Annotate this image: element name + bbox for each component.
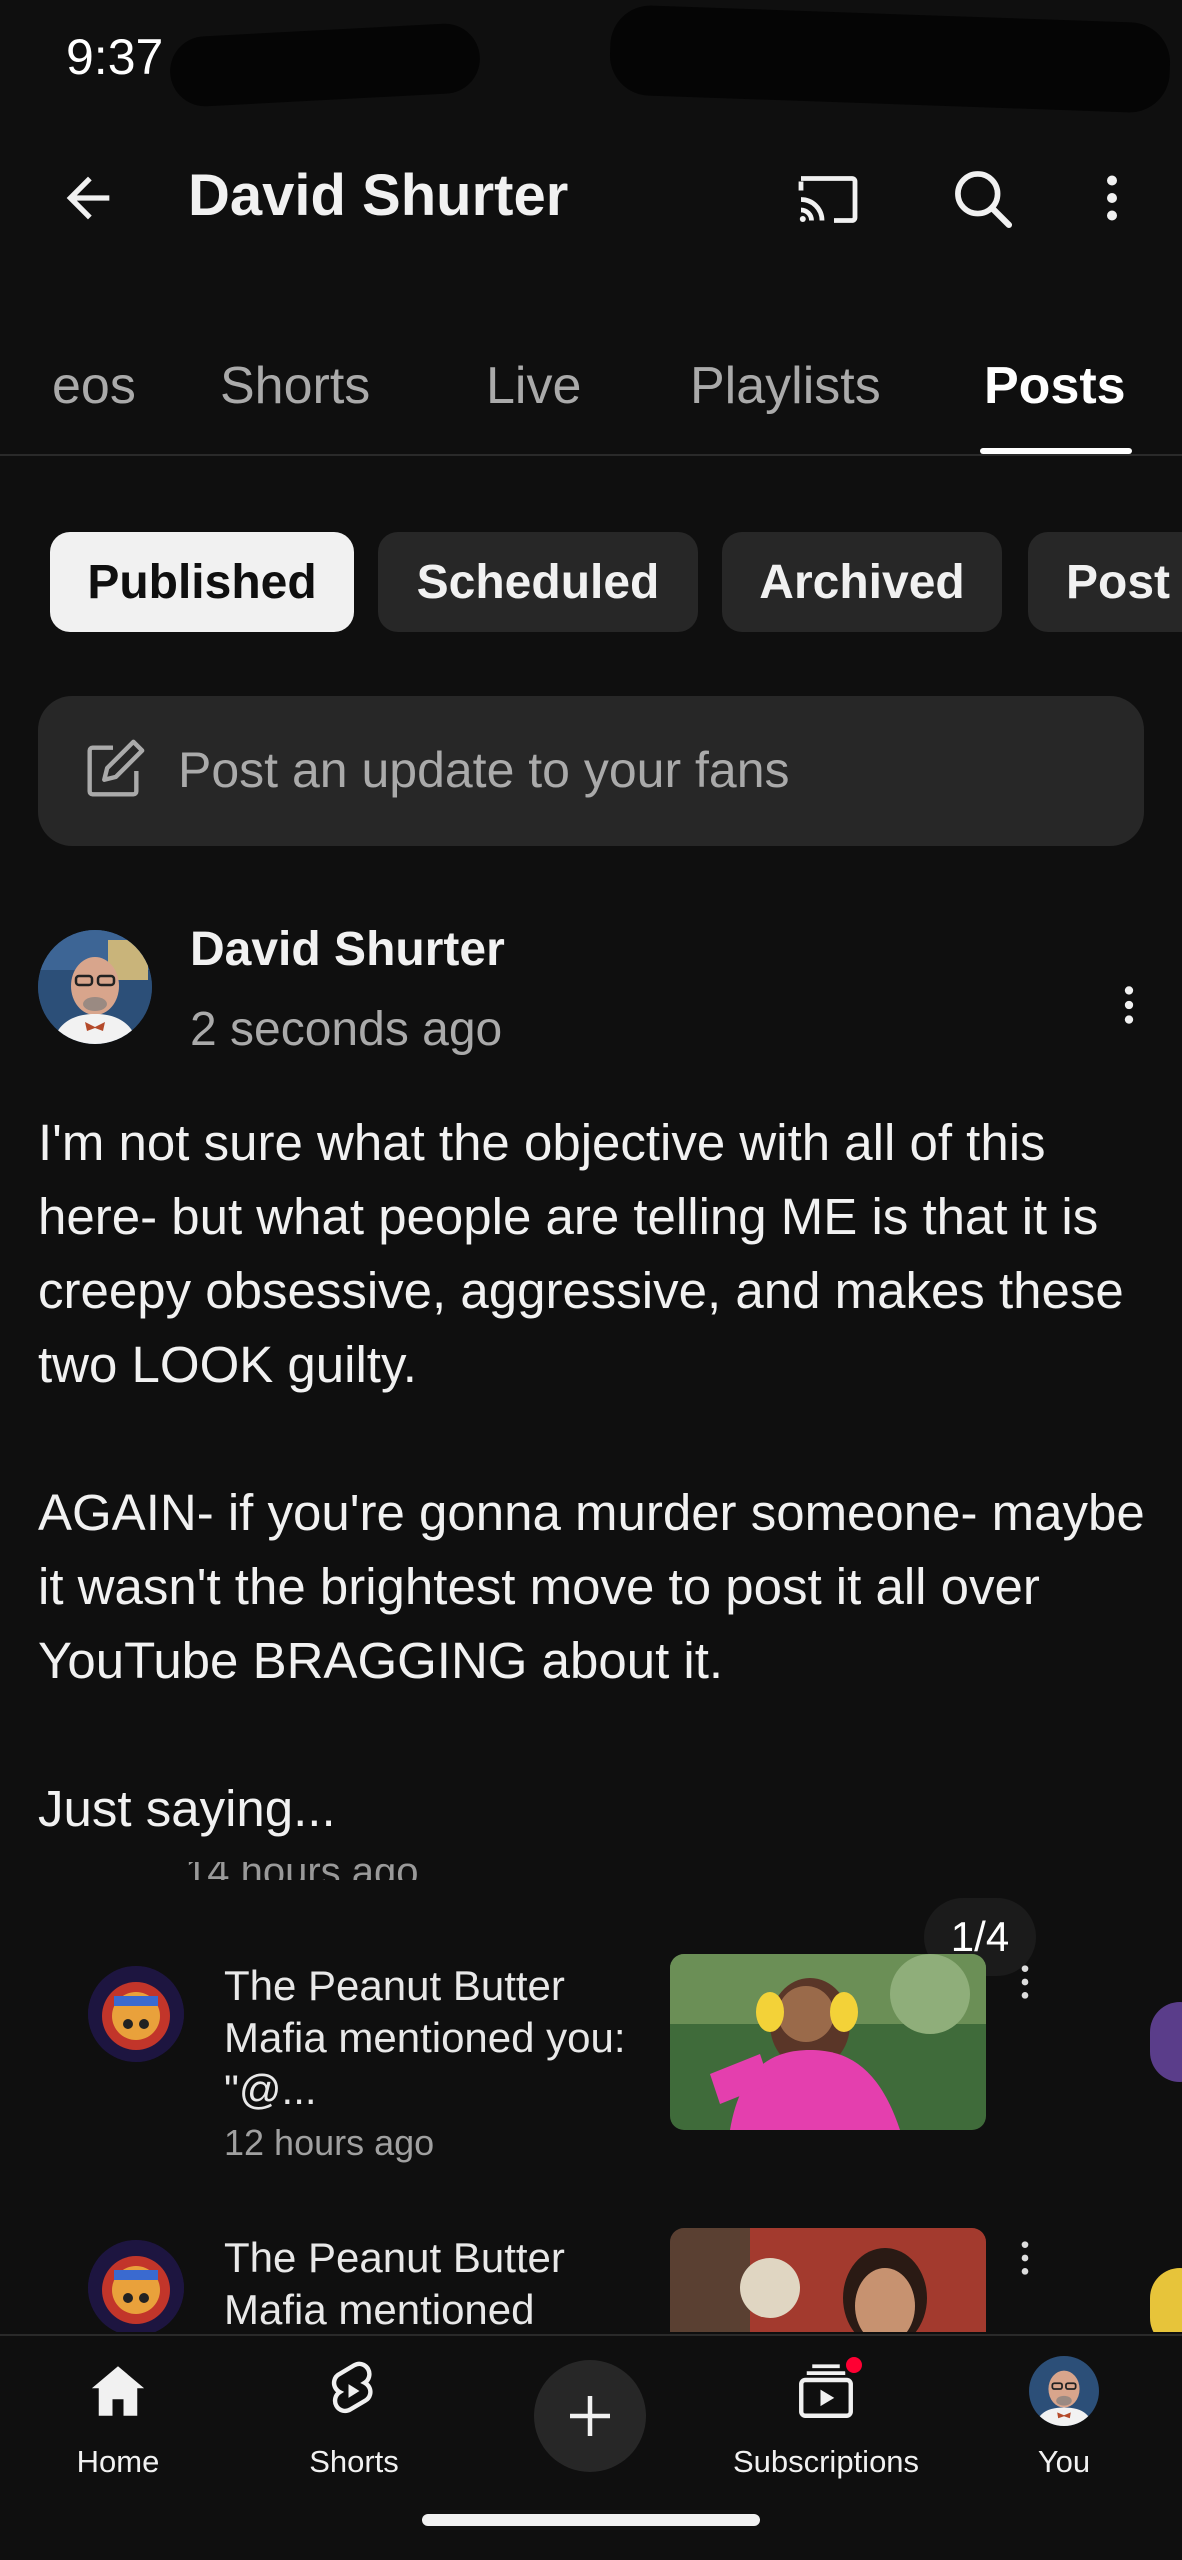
- search-icon: [955, 171, 1013, 229]
- page-title: David Shurter: [188, 163, 569, 228]
- redaction-mark: [168, 21, 482, 109]
- more-options-button[interactable]: [1072, 158, 1152, 238]
- post-author[interactable]: David Shurter: [190, 920, 505, 980]
- redaction-mark: [608, 4, 1172, 114]
- status-time: 9:37: [66, 29, 164, 85]
- chip-scheduled[interactable]: Scheduled: [378, 532, 698, 632]
- composer-placeholder: Post an update to your fans: [178, 742, 790, 798]
- post-more-button[interactable]: [1104, 960, 1154, 1050]
- avatar: [88, 1966, 184, 2062]
- shorts-icon: [319, 2356, 389, 2426]
- nav-label: You: [1037, 2444, 1091, 2479]
- bottom-navigation: Home Shorts Subscriptions You: [0, 2334, 1182, 2560]
- cropped-timestamp: 14 hours ago: [185, 1862, 419, 1880]
- more-vert-icon: [1107, 175, 1117, 221]
- post-body: I'm not sure what the objective with all…: [38, 1114, 1145, 1837]
- tab-live[interactable]: Live: [486, 354, 581, 418]
- more-vert-icon: [1010, 2228, 1040, 2288]
- create-button[interactable]: [534, 2360, 646, 2472]
- next-image-peek: [1150, 2268, 1182, 2332]
- edit-icon: [87, 739, 145, 797]
- cast-button[interactable]: [788, 158, 868, 238]
- tab-shorts[interactable]: Shorts: [220, 354, 370, 418]
- list-item: The Peanut Butter Mafia mentioned: [0, 2228, 1182, 2332]
- back-arrow-icon: [66, 176, 110, 220]
- notification-text: The Peanut Butter Mafia mentioned you: "…: [224, 1962, 626, 2113]
- notification-time: 12 hours ago: [224, 2122, 435, 2163]
- more-vert-icon: [1010, 1952, 1040, 2012]
- chip-post[interactable]: Post: [1028, 532, 1182, 632]
- search-button[interactable]: [942, 158, 1022, 238]
- post-image[interactable]: 14 hours ago 1/4 The Peanut Butter Mafia…: [0, 1862, 1182, 2332]
- cast-icon: [798, 176, 858, 223]
- more-vert-icon: [1124, 986, 1134, 1024]
- list-item: The Peanut Butter Mafia mentioned you: "…: [0, 1952, 1182, 2212]
- next-image-peek: [1150, 2002, 1182, 2082]
- active-tab-indicator: [980, 448, 1132, 454]
- channel-header: David Shurter: [0, 140, 1182, 250]
- nav-label: Subscriptions: [732, 2444, 920, 2479]
- subscriptions-icon: [791, 2354, 865, 2426]
- avatar[interactable]: [38, 930, 152, 1044]
- channel-tabs: eos Shorts Live Playlists Posts: [0, 340, 1182, 456]
- notification-text: The Peanut Butter Mafia mentioned: [224, 2234, 565, 2332]
- nav-subscriptions[interactable]: Subscriptions: [732, 2354, 920, 2496]
- back-button[interactable]: [50, 160, 126, 236]
- video-thumbnail: [670, 1954, 986, 2130]
- home-indicator: [422, 2514, 760, 2526]
- video-thumbnail: [670, 2228, 986, 2332]
- tab-playlists[interactable]: Playlists: [690, 354, 881, 418]
- chip-published[interactable]: Published: [50, 532, 354, 632]
- post-composer[interactable]: Post an update to your fans: [38, 696, 1144, 846]
- tab-posts[interactable]: Posts: [984, 354, 1126, 418]
- avatar: [88, 2240, 184, 2332]
- nav-label: Shorts: [309, 2444, 399, 2479]
- nav-you[interactable]: You: [974, 2356, 1154, 2496]
- tab-videos[interactable]: eos: [52, 354, 136, 418]
- avatar: [1029, 2356, 1099, 2426]
- status-bar: 9:37: [0, 0, 1182, 120]
- chip-archived[interactable]: Archived: [722, 532, 1002, 632]
- post-timestamp: 2 seconds ago: [190, 1003, 503, 1056]
- filter-chips: Published Scheduled Archived Post: [0, 532, 1182, 632]
- home-icon: [83, 2356, 153, 2426]
- nav-label: Home: [76, 2444, 160, 2479]
- nav-home[interactable]: Home: [28, 2356, 208, 2496]
- nav-shorts[interactable]: Shorts: [264, 2356, 444, 2496]
- notification-dot: [843, 2354, 865, 2376]
- create-plus-icon: [570, 2396, 610, 2436]
